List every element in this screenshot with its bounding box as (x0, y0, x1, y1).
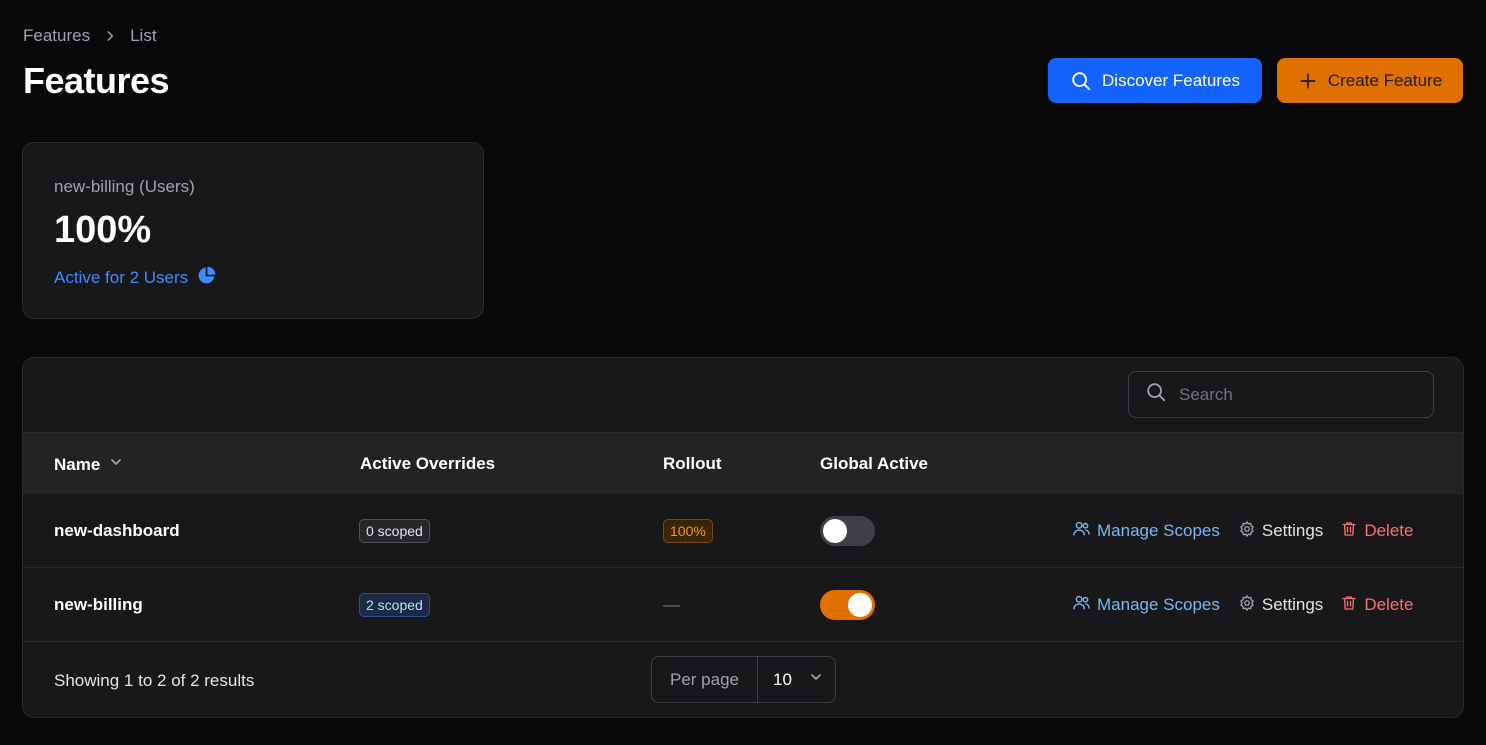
table-footer: Showing 1 to 2 of 2 results Per page 10 (23, 642, 1463, 717)
page-title: Features (23, 60, 170, 101)
stat-description-text: Active for 2 Users (54, 268, 189, 287)
manage-scopes-button[interactable]: Manage Scopes (1072, 519, 1220, 543)
table-row: new-billing 2 scoped — Manage Scopes Set… (23, 568, 1463, 642)
row-actions: Manage Scopes Settings Delete (1072, 494, 1413, 568)
manage-scopes-button[interactable]: Manage Scopes (1072, 593, 1220, 617)
stat-value: 100% (54, 209, 152, 251)
trash-icon (1340, 594, 1358, 617)
settings-label: Settings (1261, 521, 1324, 540)
global-active-toggle[interactable] (820, 590, 875, 620)
search-input[interactable] (1179, 384, 1409, 405)
search-icon (1070, 70, 1092, 92)
search-box[interactable] (1128, 371, 1434, 418)
breadcrumb-item-features[interactable]: Features (23, 26, 90, 46)
settings-button[interactable]: Settings (1238, 594, 1323, 617)
global-active-toggle[interactable] (820, 516, 875, 546)
column-header-rollout: Rollout (663, 454, 722, 473)
trash-icon (1340, 520, 1358, 543)
create-feature-button[interactable]: Create Feature (1277, 58, 1463, 103)
create-feature-label: Create Feature (1327, 70, 1443, 90)
chevron-down-icon (808, 669, 824, 690)
discover-features-label: Discover Features (1102, 70, 1240, 90)
column-header-name[interactable]: Name (54, 454, 124, 475)
overrides-badge: 2 scoped (359, 593, 430, 617)
plus-icon (1298, 71, 1318, 91)
results-summary: Showing 1 to 2 of 2 results (54, 671, 255, 690)
feature-name: new-dashboard (54, 521, 180, 540)
per-page-control: Per page 10 (651, 656, 836, 703)
per-page-value: 10 (773, 669, 792, 689)
rollout-empty: — (663, 595, 680, 614)
per-page-label: Per page (652, 657, 758, 702)
manage-scopes-label: Manage Scopes (1097, 521, 1220, 540)
users-icon (1072, 519, 1091, 543)
stat-card: new-billing (Users) 100% Active for 2 Us… (22, 142, 484, 319)
row-actions: Manage Scopes Settings Delete (1072, 568, 1413, 642)
chevron-down-icon (108, 454, 124, 475)
gear-icon (1238, 520, 1256, 543)
breadcrumb: Features List (23, 26, 157, 46)
gear-icon (1238, 594, 1256, 617)
breadcrumb-item-list: List (130, 26, 157, 45)
column-header-global-active: Global Active (820, 454, 929, 473)
column-header-active-overrides: Active Overrides (360, 454, 496, 473)
overrides-badge: 0 scoped (359, 519, 430, 543)
feature-name: new-billing (54, 595, 143, 614)
chevron-right-icon (102, 28, 118, 44)
search-icon (1145, 381, 1167, 408)
delete-button[interactable]: Delete (1340, 594, 1413, 617)
delete-label: Delete (1364, 595, 1414, 614)
manage-scopes-label: Manage Scopes (1097, 595, 1220, 614)
table-toolbar (23, 358, 1463, 433)
table-header: Name Active Overrides Rollout Global Act… (23, 433, 1463, 494)
stat-description: Active for 2 Users (54, 265, 217, 291)
table-row: new-dashboard 0 scoped 100% Manage Scope… (23, 494, 1463, 568)
rollout-badge: 100% (663, 519, 713, 543)
per-page-select[interactable]: 10 (758, 669, 824, 690)
features-table: Name Active Overrides Rollout Global Act… (22, 357, 1464, 718)
users-icon (1072, 593, 1091, 617)
settings-button[interactable]: Settings (1238, 520, 1323, 543)
pie-chart-icon (196, 265, 217, 291)
delete-button[interactable]: Delete (1340, 520, 1413, 543)
column-header-name-label: Name (54, 454, 101, 474)
settings-label: Settings (1261, 595, 1324, 614)
stat-label: new-billing (Users) (54, 177, 195, 196)
delete-label: Delete (1364, 521, 1414, 540)
discover-features-button[interactable]: Discover Features (1048, 58, 1262, 103)
